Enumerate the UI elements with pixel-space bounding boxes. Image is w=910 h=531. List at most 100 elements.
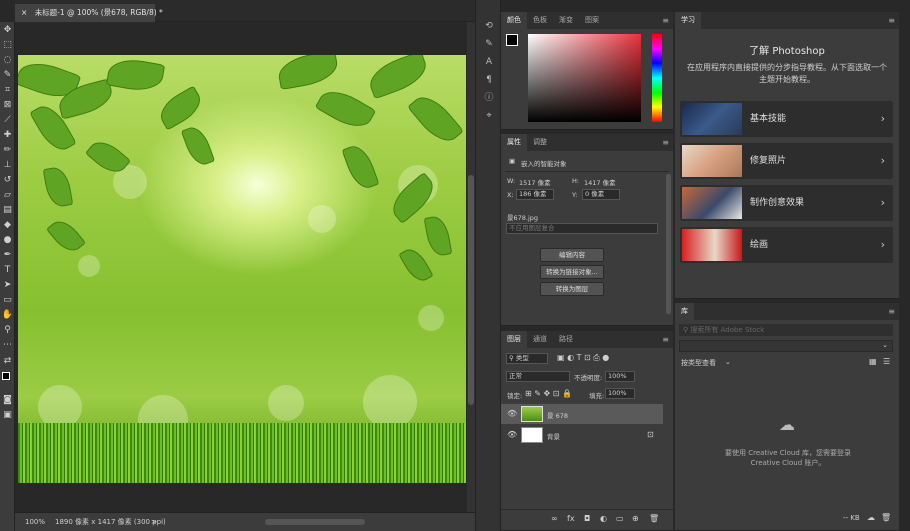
frame-tool-icon[interactable]: ⊠ bbox=[1, 99, 14, 112]
tutorial-card-painting[interactable]: 绘画 › bbox=[680, 227, 893, 263]
visibility-eye-icon[interactable]: 👁 bbox=[507, 430, 517, 439]
fill-field[interactable]: 100% bbox=[605, 388, 635, 399]
paragraph-icon[interactable]: ¶ bbox=[483, 74, 495, 86]
eyedropper-tool-icon[interactable]: ⟋ bbox=[1, 114, 14, 127]
lock-icons[interactable]: ⊞ ✎ ✥ ⊡ 🔒 bbox=[525, 389, 572, 398]
info-icon[interactable]: ⓘ bbox=[483, 92, 495, 104]
swap-colors-icon[interactable]: ⇄ bbox=[1, 355, 14, 368]
filter-icons[interactable]: ▣ ◐ T ⊡ ⎙ ● bbox=[557, 353, 609, 363]
properties-scrollbar[interactable] bbox=[666, 174, 671, 314]
convert-to-linked-button[interactable]: 转换为链接对象... bbox=[540, 265, 604, 279]
adjustment-layer-icon[interactable]: ◐ bbox=[600, 514, 607, 523]
fg-color-chip[interactable] bbox=[506, 34, 518, 46]
navigator-icon[interactable]: ⌖ bbox=[483, 110, 495, 122]
type-tool-icon[interactable]: T bbox=[1, 264, 14, 277]
link-layers-icon[interactable]: ∞ bbox=[551, 514, 558, 523]
layer-filter-select[interactable]: ⚲ 类型 bbox=[506, 353, 548, 364]
brush-tool-icon[interactable]: ✏ bbox=[1, 144, 14, 157]
eraser-tool-icon[interactable]: ▱ bbox=[1, 189, 14, 202]
tab-properties[interactable]: 属性 bbox=[501, 134, 527, 151]
view-by-type[interactable]: 按类型查看 bbox=[681, 358, 716, 368]
panel-menu-icon[interactable]: ≡ bbox=[662, 134, 669, 151]
tab-paths[interactable]: 路径 bbox=[553, 331, 579, 348]
new-group-icon[interactable]: ▭ bbox=[616, 514, 624, 523]
crop-tool-icon[interactable]: ⌗ bbox=[1, 84, 14, 97]
blend-mode-select[interactable]: 正常 bbox=[506, 371, 570, 382]
grid-view-icon[interactable]: ▦ bbox=[869, 357, 877, 366]
layer-comp-select[interactable]: 不应用图层复合 bbox=[506, 223, 658, 234]
delete-layer-icon[interactable]: 🗑 bbox=[649, 514, 659, 523]
healing-brush-tool-icon[interactable]: ✚ bbox=[1, 129, 14, 142]
layer-row-selected[interactable]: 👁 景 678 bbox=[501, 404, 663, 424]
chevron-right-icon: › bbox=[880, 196, 885, 209]
quick-mask-icon[interactable]: ◙ bbox=[1, 394, 14, 407]
tab-adjustments[interactable]: 调整 bbox=[527, 134, 553, 151]
quick-select-tool-icon[interactable]: ✎ bbox=[1, 69, 14, 82]
panel-menu-icon[interactable]: ≡ bbox=[888, 12, 895, 29]
screen-mode-icon[interactable]: ▣ bbox=[1, 409, 14, 422]
marquee-tool-icon[interactable]: ⬚ bbox=[1, 39, 14, 52]
status-menu-arrow[interactable]: > bbox=[151, 513, 157, 531]
glyph-icon[interactable]: A bbox=[483, 56, 495, 68]
zoom-tool-icon[interactable]: ⚲ bbox=[1, 324, 14, 337]
stamp-tool-icon[interactable]: ⊥ bbox=[1, 159, 14, 172]
tab-learn[interactable]: 学习 bbox=[675, 12, 701, 29]
history-brush-tool-icon[interactable]: ↺ bbox=[1, 174, 14, 187]
y-field[interactable]: 0 像素 bbox=[582, 189, 620, 200]
edit-contents-button[interactable]: 编辑内容 bbox=[540, 248, 604, 262]
opacity-field[interactable]: 100% bbox=[605, 371, 635, 382]
hand-tool-icon[interactable]: ✋ bbox=[1, 309, 14, 322]
document-tab[interactable]: × 未标题-1 @ 100% (景678, RGB/8) * bbox=[15, 4, 163, 22]
layer-name[interactable]: 背景 bbox=[547, 431, 560, 441]
panel-menu-icon[interactable]: ≡ bbox=[662, 331, 669, 348]
blur-tool-icon[interactable]: ◆ bbox=[1, 219, 14, 232]
layer-style-icon[interactable]: fx bbox=[567, 514, 575, 523]
close-tab-icon[interactable]: × bbox=[21, 8, 27, 17]
vertical-scroll-thumb[interactable] bbox=[468, 175, 474, 405]
move-tool-icon[interactable]: ✥ bbox=[1, 24, 14, 37]
brush-settings-icon[interactable]: ✎ bbox=[483, 38, 495, 50]
delete-icon[interactable]: 🗑 bbox=[881, 513, 891, 522]
document-canvas-image[interactable] bbox=[18, 55, 466, 483]
cc-status-icon[interactable]: ☁ bbox=[867, 513, 875, 522]
tab-layers[interactable]: 图层 bbox=[501, 331, 527, 348]
history-icon[interactable]: ⟲ bbox=[483, 20, 495, 32]
foreground-color-swatch[interactable] bbox=[2, 372, 10, 380]
more-tools-icon[interactable]: ⋯ bbox=[1, 339, 14, 352]
tutorial-card-creative-effects[interactable]: 制作创意效果 › bbox=[680, 185, 893, 221]
tab-gradients[interactable]: 渐变 bbox=[553, 12, 579, 29]
tutorial-card-basic-skills[interactable]: 基本技能 › bbox=[680, 101, 893, 137]
panel-menu-icon[interactable]: ≡ bbox=[662, 12, 669, 29]
learn-panel-tabs: 学习 bbox=[675, 12, 899, 29]
h-value[interactable]: 1417 像素 bbox=[584, 177, 616, 187]
panel-menu-icon[interactable]: ≡ bbox=[888, 303, 895, 320]
tab-color[interactable]: 颜色 bbox=[501, 12, 527, 29]
color-field[interactable] bbox=[528, 34, 641, 122]
add-mask-icon[interactable]: ◘ bbox=[584, 514, 590, 523]
tab-channels[interactable]: 通道 bbox=[527, 331, 553, 348]
visibility-eye-icon[interactable]: 👁 bbox=[507, 409, 517, 418]
w-value[interactable]: 1517 像素 bbox=[519, 177, 551, 187]
zoom-level[interactable]: 100% bbox=[25, 513, 45, 531]
new-layer-icon[interactable]: ⊕ bbox=[632, 514, 639, 523]
library-search-input[interactable]: ⚲ 搜索所有 Adobe Stock bbox=[679, 324, 893, 336]
path-select-tool-icon[interactable]: ➤ bbox=[1, 279, 14, 292]
chevron-down-icon[interactable]: ⌄ bbox=[725, 358, 731, 366]
layer-name[interactable]: 景 678 bbox=[547, 410, 568, 420]
dodge-tool-icon[interactable]: ● bbox=[1, 234, 14, 247]
horizontal-scroll-thumb[interactable] bbox=[265, 519, 365, 525]
hue-slider[interactable] bbox=[652, 34, 662, 122]
tab-patterns[interactable]: 图案 bbox=[579, 12, 605, 29]
rectangle-tool-icon[interactable]: ▭ bbox=[1, 294, 14, 307]
list-view-icon[interactable]: ☰ bbox=[883, 357, 890, 366]
tab-swatches[interactable]: 色板 bbox=[527, 12, 553, 29]
tutorial-card-fix-photos[interactable]: 修复照片 › bbox=[680, 143, 893, 179]
convert-to-layers-button[interactable]: 转换为图层 bbox=[540, 282, 604, 296]
tab-libraries[interactable]: 库 bbox=[675, 303, 694, 320]
layer-row[interactable]: 👁 背景 ⊡ bbox=[501, 425, 663, 445]
library-select[interactable]: ⌄ bbox=[679, 340, 893, 352]
pen-tool-icon[interactable]: ✒ bbox=[1, 249, 14, 262]
gradient-tool-icon[interactable]: ▤ bbox=[1, 204, 14, 217]
x-field[interactable]: 186 像素 bbox=[516, 189, 554, 200]
lasso-tool-icon[interactable]: ◌ bbox=[1, 54, 14, 67]
